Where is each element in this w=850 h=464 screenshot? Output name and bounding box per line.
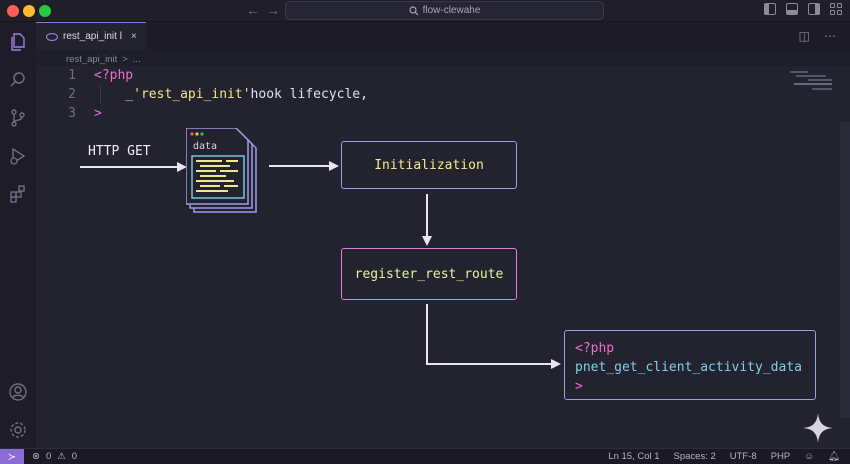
http-get-label: HTTP GET <box>88 144 151 159</box>
data-document-icon: data <box>185 127 264 216</box>
back-arrow-icon[interactable]: ← <box>246 2 260 18</box>
command-center-search[interactable]: flow-clewahe <box>285 1 604 20</box>
feedback-icon[interactable]: ☺ <box>804 451 814 462</box>
notifications-bell-icon[interactable]: 🔔︎ <box>828 451 840 462</box>
search-icon <box>408 5 419 15</box>
source-control-icon[interactable] <box>8 108 28 128</box>
title-bar: ← → flow-clewahe <box>0 0 850 22</box>
account-icon[interactable] <box>8 382 28 402</box>
close-window-button[interactable] <box>7 5 19 17</box>
initialization-box: Initialization <box>341 141 517 189</box>
tab-rest-api-init[interactable]: rest_api_init l × <box>36 22 146 50</box>
warning-count: 0 <box>71 451 78 462</box>
php-function-box: <?php pnet_get_client_activity_data > <box>564 330 816 400</box>
register-rest-route-label: register_rest_route <box>354 266 504 282</box>
file-type-icon <box>46 32 58 41</box>
breadcrumb-separator: > <box>122 53 128 65</box>
window-title: flow-clewahe <box>422 5 481 16</box>
php-function-name: pnet_get_client_activity_data <box>575 360 802 375</box>
run-debug-icon[interactable] <box>8 146 28 166</box>
tab-close-icon[interactable]: × <box>131 31 137 42</box>
settings-gear-icon[interactable] <box>8 420 28 440</box>
editor-area[interactable]: 1 <?php 2 _'rest_api_init'hook lifecycle, 3… <box>36 66 850 448</box>
toggle-secondary-sidebar-icon[interactable] <box>808 3 820 15</box>
forward-arrow-icon[interactable]: → <box>266 2 280 18</box>
sparkle-icon[interactable] <box>802 412 834 444</box>
data-icon-label: data <box>193 141 218 152</box>
maximize-window-button[interactable] <box>39 5 51 17</box>
php-close-tag: > <box>575 379 583 394</box>
tab-label: rest_api_init l <box>63 31 122 42</box>
problems-indicator[interactable]: ⊗ 0 ⚠ 0 <box>32 451 77 462</box>
customize-layout-icon[interactable] <box>830 3 842 15</box>
language-mode[interactable]: PHP <box>771 451 791 462</box>
more-actions-icon[interactable]: ⋯ <box>824 29 836 43</box>
breadcrumb-file[interactable]: rest_api_init <box>66 54 117 65</box>
minimize-window-button[interactable] <box>23 5 35 17</box>
extensions-icon[interactable] <box>8 184 28 204</box>
remote-indicator-icon[interactable]: ≻ <box>0 449 24 464</box>
split-editor-icon[interactable]: ◫ <box>799 29 810 43</box>
error-count: 0 <box>45 451 52 462</box>
indentation[interactable]: Spaces: 2 <box>674 451 716 462</box>
breadcrumb: rest_api_init > ... <box>66 52 141 66</box>
error-icon: ⊗ <box>32 451 40 462</box>
toggle-panel-icon[interactable] <box>786 3 798 15</box>
activity-bar <box>0 22 36 448</box>
explorer-icon[interactable] <box>8 32 28 52</box>
register-rest-route-box: register_rest_route <box>341 248 517 300</box>
php-open-tag: <?php <box>575 341 615 356</box>
initialization-label: Initialization <box>374 157 484 173</box>
tab-bar: rest_api_init l × ◫ ⋯ <box>36 22 850 50</box>
breadcrumb-more[interactable]: ... <box>133 54 141 65</box>
toggle-sidebar-icon[interactable] <box>764 3 776 15</box>
search-icon[interactable] <box>8 70 28 90</box>
arrow-register-to-php <box>426 304 561 369</box>
encoding[interactable]: UTF-8 <box>730 451 757 462</box>
status-bar: ≻ ⊗ 0 ⚠ 0 Ln 15, Col 1 Spaces: 2 UTF-8 P… <box>0 448 850 464</box>
cursor-position[interactable]: Ln 15, Col 1 <box>608 451 659 462</box>
warning-icon: ⚠ <box>57 451 66 462</box>
